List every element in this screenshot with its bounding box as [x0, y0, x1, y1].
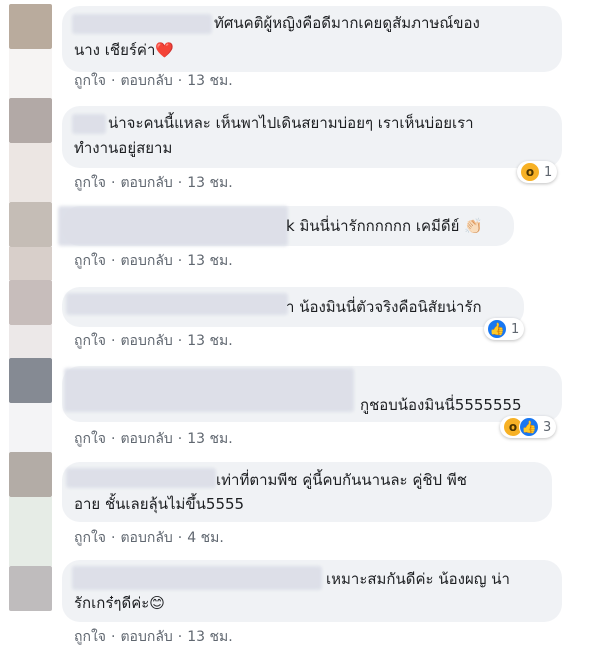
wow-icon: o — [520, 162, 540, 182]
like-icon: 👍 — [519, 417, 539, 437]
separator-dot: · — [177, 333, 183, 349]
reply-link[interactable]: ตอบกลับ — [120, 70, 172, 92]
comment-bubble: ทัศนคติผู้หญิงคือดีมากเคยดูสัมภาษณ์ของ น… — [62, 6, 562, 72]
blurred-username — [66, 293, 288, 315]
separator-dot: · — [177, 530, 183, 546]
blurred-username — [72, 114, 106, 134]
blurred-username — [72, 566, 322, 590]
comment-actions: ถูกใจ · ตอบกลับ · 13 ชม. — [74, 250, 233, 272]
comment-actions: ถูกใจ · ตอบกลับ · 13 ชม. — [74, 626, 233, 648]
avatar[interactable] — [9, 452, 52, 497]
separator-dot: · — [177, 629, 183, 645]
like-link[interactable]: ถูกใจ — [74, 428, 106, 450]
separator-dot: · — [111, 175, 116, 191]
comment-actions: ถูกใจ · ตอบกลับ · 13 ชม. — [74, 172, 233, 194]
separator-dot: · — [111, 253, 116, 269]
comment-text-line: เท่าที่ตามพีช คู่นี้คบกันนานละ คู่ชิป พี… — [216, 471, 467, 489]
separator-dot: · — [111, 333, 116, 349]
blurred-username — [72, 14, 212, 34]
blurred-username — [58, 206, 288, 246]
comment-text-line: อาย ชั้นเลยลุ้นไม่ขึ้น5555 — [74, 495, 245, 513]
timestamp[interactable]: 13 ชม. — [187, 626, 232, 648]
blurred-username — [64, 368, 354, 412]
reaction-summary[interactable]: o 1 — [517, 161, 558, 183]
comment-bubble: เหมาะสมกันดีค่ะ น้องผญ น่า รักเกร๋ๆดีค่ะ… — [62, 560, 562, 622]
like-link[interactable]: ถูกใจ — [74, 527, 106, 549]
avatar[interactable] — [9, 358, 52, 403]
timestamp[interactable]: 13 ชม. — [187, 250, 232, 272]
reply-link[interactable]: ตอบกลับ — [120, 250, 172, 272]
avatar-strip — [9, 497, 52, 566]
avatar-strip — [9, 49, 52, 98]
reply-link[interactable]: ตอบกลับ — [120, 626, 172, 648]
comment-bubble: กูชอบน้องมินนี่5555555 — [62, 366, 562, 422]
avatar[interactable] — [9, 202, 52, 247]
avatar-strip — [9, 143, 52, 202]
comment-text-line: า น้องมินนี่ตัวจริงคือนิสัยน่ารัก — [286, 298, 482, 316]
avatar-strip — [9, 325, 52, 358]
comment-text-line: นาง เชียร์ค่า❤️ — [74, 41, 175, 59]
separator-dot: · — [111, 73, 116, 89]
reaction-summary[interactable]: o 👍 3 — [500, 416, 557, 438]
reply-link[interactable]: ตอบกลับ — [120, 172, 172, 194]
comment-text-line: กูชอบน้องมินนี่5555555 — [360, 396, 522, 414]
reaction-count: 1 — [544, 164, 553, 180]
like-link[interactable]: ถูกใจ — [74, 626, 106, 648]
comment-actions: ถูกใจ · ตอบกลับ · 4 ชม. — [74, 527, 224, 549]
comment-bubble: น่าจะคนนี้แหละ เห็นพาไปเดินสยามบ่อยๆ เรา… — [62, 106, 562, 168]
separator-dot: · — [111, 629, 116, 645]
like-link[interactable]: ถูกใจ — [74, 250, 106, 272]
separator-dot: · — [111, 431, 116, 447]
avatar[interactable] — [9, 280, 52, 325]
avatar-strip — [9, 247, 52, 280]
separator-dot: · — [177, 73, 183, 89]
comment-bubble: เท่าที่ตามพีช คู่นี้คบกันนานละ คู่ชิป พี… — [62, 462, 552, 522]
timestamp[interactable]: 4 ชม. — [187, 527, 224, 549]
timestamp[interactable]: 13 ชม. — [187, 330, 232, 352]
timestamp[interactable]: 13 ชม. — [187, 428, 232, 450]
timestamp[interactable]: 13 ชม. — [187, 70, 232, 92]
reaction-count: 1 — [511, 321, 520, 337]
avatar[interactable] — [9, 566, 52, 611]
like-link[interactable]: ถูกใจ — [74, 70, 106, 92]
blurred-username — [66, 468, 216, 488]
comment-bubble: k มินนี่น่ารักกกกกก เคมีดีย์ 👏🏻 — [58, 206, 514, 246]
reply-link[interactable]: ตอบกลับ — [120, 527, 172, 549]
avatar-strip — [9, 403, 52, 452]
like-icon: 👍 — [487, 319, 507, 339]
comment-actions: ถูกใจ · ตอบกลับ · 13 ชม. — [74, 70, 233, 92]
comment-bubble: า น้องมินนี่ตัวจริงคือนิสัยน่ารัก — [62, 287, 524, 327]
comment-text-line: ทำงานอยู่สยาม — [74, 139, 173, 157]
comment-text-line: k มินนี่น่ารักกกกกก เคมีดีย์ 👏🏻 — [286, 217, 483, 235]
like-link[interactable]: ถูกใจ — [74, 172, 106, 194]
comment-text-line: ทัศนคติผู้หญิงคือดีมากเคยดูสัมภาษณ์ของ — [214, 14, 480, 32]
comment-text-line: รักเกร๋ๆดีค่ะ😊 — [74, 594, 165, 612]
separator-dot: · — [177, 175, 183, 191]
reaction-summary[interactable]: 👍 1 — [484, 318, 525, 340]
reaction-count: 3 — [543, 419, 552, 435]
avatar[interactable] — [9, 98, 52, 143]
avatar[interactable] — [9, 4, 52, 49]
comment-text-line: เหมาะสมกันดีค่ะ น้องผญ น่า — [326, 570, 510, 588]
like-link[interactable]: ถูกใจ — [74, 330, 106, 352]
separator-dot: · — [111, 530, 116, 546]
comment-text-line: น่าจะคนนี้แหละ เห็นพาไปเดินสยามบ่อยๆ เรา… — [108, 114, 474, 132]
reply-link[interactable]: ตอบกลับ — [120, 428, 172, 450]
separator-dot: · — [177, 431, 183, 447]
comment-actions: ถูกใจ · ตอบกลับ · 13 ชม. — [74, 428, 233, 450]
comment-actions: ถูกใจ · ตอบกลับ · 13 ชม. — [74, 330, 233, 352]
timestamp[interactable]: 13 ชม. — [187, 172, 232, 194]
reply-link[interactable]: ตอบกลับ — [120, 330, 172, 352]
separator-dot: · — [177, 253, 183, 269]
